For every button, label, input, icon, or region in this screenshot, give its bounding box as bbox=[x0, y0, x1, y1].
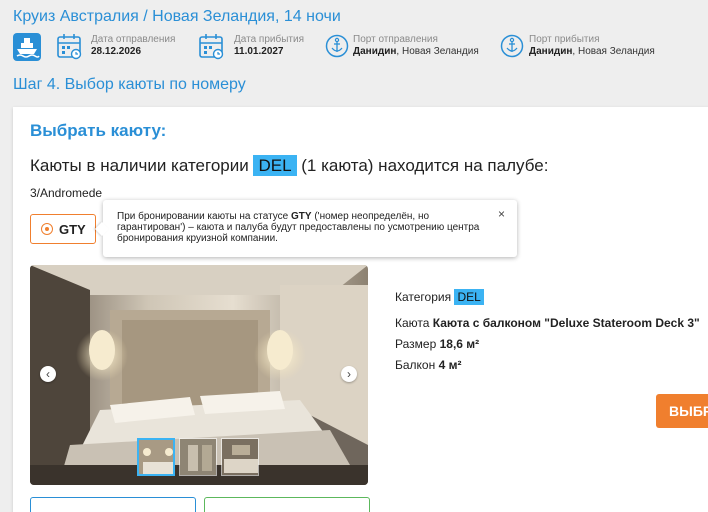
card-heading: Выбрать каюту: bbox=[30, 121, 167, 140]
gallery-thumbnails bbox=[137, 438, 261, 480]
cabin-selection-card: Выбрать каюту: Каюты в наличии категории… bbox=[13, 107, 708, 512]
departure-port: Порт отправления Данидин, Новая Зеландия bbox=[325, 33, 495, 63]
category-tag: DEL bbox=[454, 289, 484, 305]
anchor-icon bbox=[325, 34, 349, 58]
gty-tooltip: При бронировании каюты на статусе GTY ('… bbox=[103, 200, 517, 257]
departure-date-value: 28.12.2026 bbox=[91, 46, 142, 57]
departure-date-label: Дата отправления bbox=[91, 34, 176, 45]
gallery-thumbnail[interactable] bbox=[179, 438, 217, 476]
gallery-thumbnail[interactable] bbox=[221, 438, 259, 476]
availability-text: Каюты в наличии категории DEL (1 каюта) … bbox=[30, 155, 549, 176]
arrival-date-value: 11.01.2027 bbox=[234, 46, 284, 57]
step-title: Шаг 4. Выбор каюты по номеру bbox=[13, 76, 246, 93]
gallery-prev-button[interactable]: ‹ bbox=[40, 366, 56, 382]
size-row: Размер 18,6 м² bbox=[395, 337, 480, 351]
departure-date: Дата отправления 28.12.2026 bbox=[56, 33, 191, 63]
gallery-thumbnail[interactable] bbox=[137, 438, 175, 476]
bottom-action-button[interactable] bbox=[30, 497, 196, 512]
deck-name: 3/Andromede bbox=[30, 186, 103, 200]
balcony-row: Балкон 4 м² bbox=[395, 358, 462, 372]
cabin-photo-gallery[interactable]: ‹ › bbox=[30, 265, 368, 485]
gty-option-label: GTY bbox=[59, 222, 86, 237]
close-icon[interactable]: × bbox=[498, 208, 505, 220]
gallery-next-button[interactable]: › bbox=[341, 366, 357, 382]
tooltip-text: При бронировании каюты на статусе GTY ('… bbox=[117, 211, 480, 244]
bottom-action-button[interactable] bbox=[204, 497, 370, 512]
ship-icon bbox=[13, 33, 43, 63]
arrival-port: Порт прибытия Данидин, Новая Зеландия bbox=[500, 33, 675, 63]
anchor-icon bbox=[500, 34, 524, 58]
arrival-port-label: Порт прибытия bbox=[529, 34, 600, 45]
cruise-title: Круиз Австралия / Новая Зеландия, 14 ноч… bbox=[13, 8, 341, 25]
calendar-icon bbox=[199, 34, 224, 60]
category-tag: DEL bbox=[253, 155, 297, 176]
departure-port-label: Порт отправления bbox=[353, 34, 438, 45]
arrival-port-value: Данидин, Новая Зеландия bbox=[529, 46, 655, 57]
select-cabin-button[interactable]: ВЫБРАТЬ bbox=[656, 394, 708, 428]
gty-option-radio[interactable]: GTY bbox=[30, 214, 96, 244]
radio-selected-icon bbox=[41, 223, 53, 235]
cabin-row: Каюта Каюта с балконом "Deluxe Stateroom… bbox=[395, 316, 700, 330]
arrival-date-label: Дата прибытия bbox=[234, 34, 304, 45]
arrival-date: Дата прибытия 11.01.2027 bbox=[198, 33, 318, 63]
category-row: Категория DEL bbox=[395, 289, 484, 305]
departure-port-value: Данидин, Новая Зеландия bbox=[353, 46, 479, 57]
calendar-icon bbox=[57, 34, 82, 60]
